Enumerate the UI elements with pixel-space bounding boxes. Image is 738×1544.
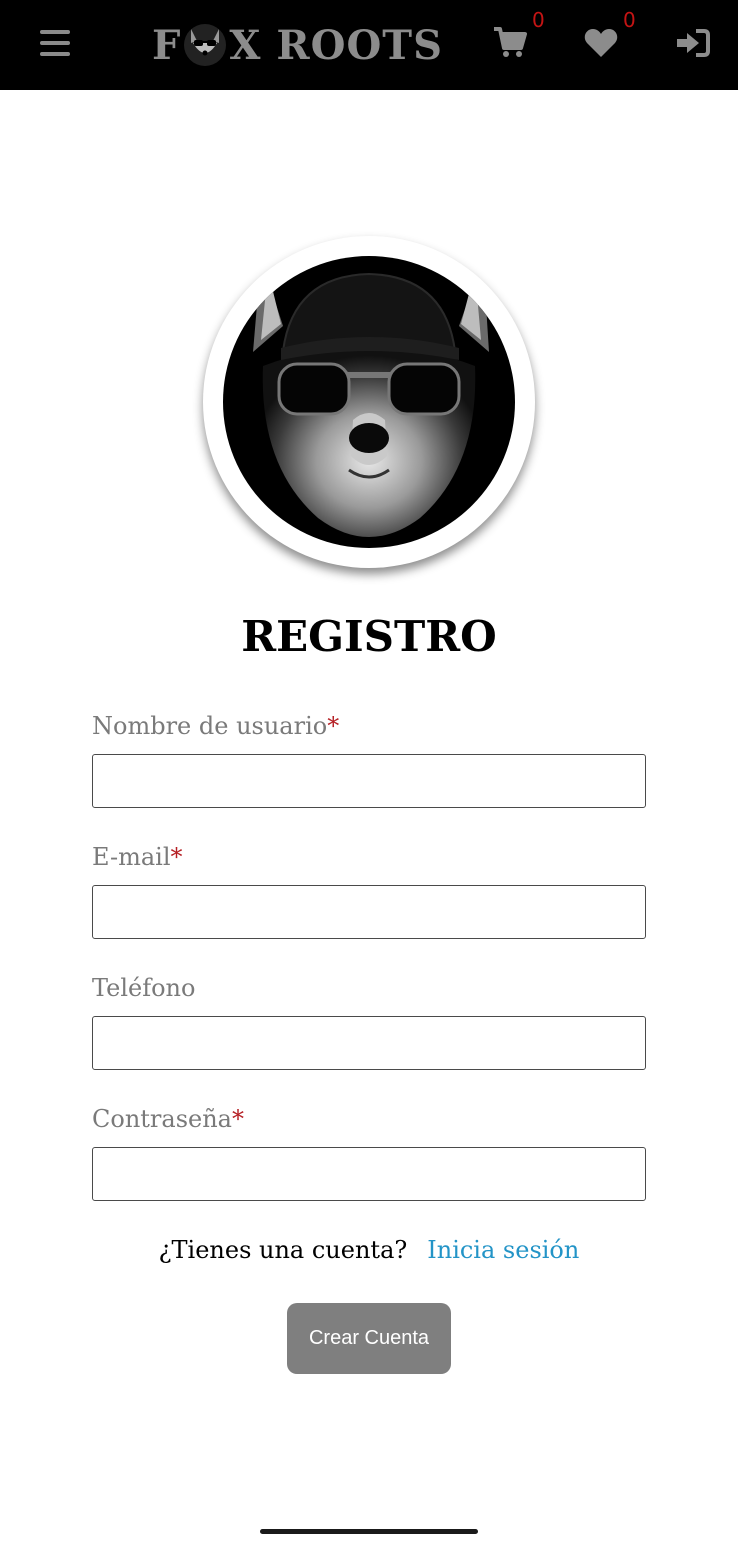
cart-count-badge: 0	[532, 8, 545, 32]
username-label: Nombre de usuario*	[92, 712, 339, 740]
login-prompt-text: ¿Tienes una cuenta?	[158, 1236, 408, 1264]
brand-text-right: X ROOTS	[229, 21, 443, 69]
required-asterisk: *	[231, 1105, 244, 1133]
top-navigation-bar: F X ROOTS 0 0	[0, 0, 738, 90]
password-label-text: Contraseña	[92, 1105, 232, 1133]
profile-avatar	[203, 236, 535, 568]
required-asterisk: *	[327, 712, 340, 740]
phone-label-text: Teléfono	[92, 974, 196, 1002]
sign-in-icon[interactable]	[676, 28, 710, 58]
login-link[interactable]: Inicia sesión	[427, 1236, 579, 1264]
username-label-text: Nombre de usuario	[92, 712, 328, 740]
hamburger-menu-icon[interactable]	[40, 30, 70, 58]
email-label-text: E-mail	[92, 843, 171, 871]
password-input[interactable]	[92, 1147, 646, 1201]
cart-icon[interactable]	[492, 24, 528, 60]
email-label: E-mail*	[92, 843, 183, 871]
password-label: Contraseña*	[92, 1105, 244, 1133]
home-indicator	[260, 1529, 478, 1534]
email-input[interactable]	[92, 885, 646, 939]
phone-label: Teléfono	[92, 974, 195, 1002]
heart-icon[interactable]	[584, 28, 618, 58]
fox-logo-icon	[184, 24, 227, 66]
brand-logo[interactable]: F X ROOTS	[152, 18, 443, 72]
required-asterisk: *	[170, 843, 183, 871]
page-title: REGISTRO	[241, 612, 497, 661]
fox-sunglasses-avatar-image	[223, 256, 515, 548]
username-input[interactable]	[92, 754, 646, 808]
brand-text-left: F	[152, 21, 182, 69]
wishlist-count-badge: 0	[623, 8, 636, 32]
create-account-button[interactable]: Crear Cuenta	[287, 1303, 451, 1374]
phone-input[interactable]	[92, 1016, 646, 1070]
login-prompt: ¿Tienes una cuenta? Inicia sesión	[0, 1236, 738, 1264]
